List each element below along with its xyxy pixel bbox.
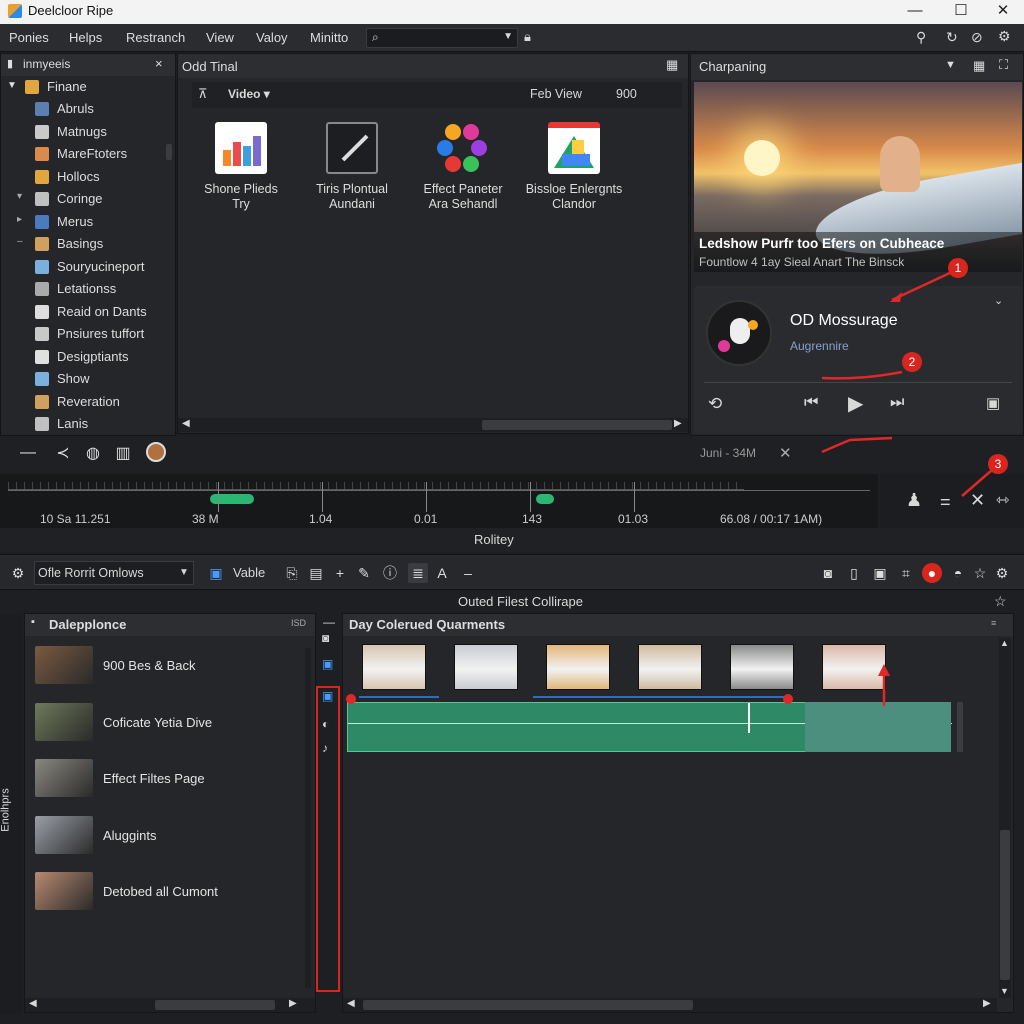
annotation-badge-1: 1 xyxy=(948,258,968,278)
annotation-layer xyxy=(821,270,993,706)
annotation-badge-3: 3 xyxy=(988,454,1008,474)
annotation-badge-2: 2 xyxy=(902,352,922,372)
arrow-2 xyxy=(821,370,903,380)
arrow-3 xyxy=(821,436,893,454)
arrow-4 xyxy=(961,469,993,497)
